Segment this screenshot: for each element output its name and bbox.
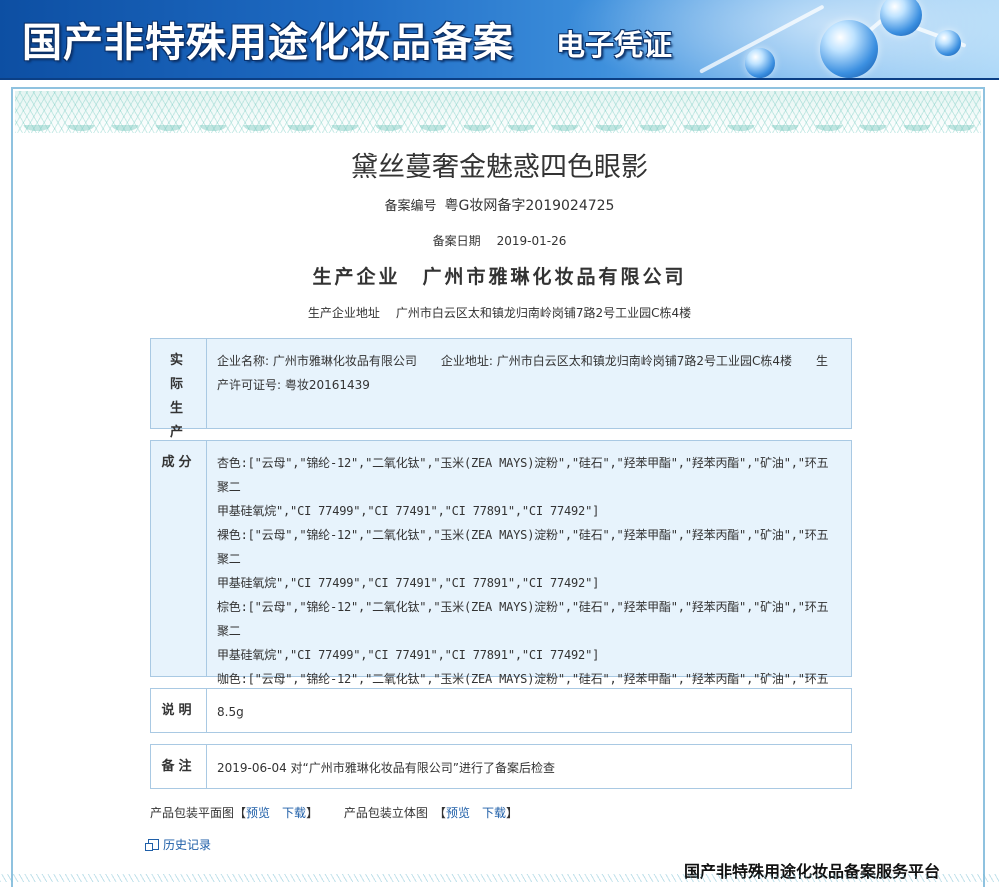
ingredient-line: 杏色:["云母","锦纶-12","二氧化钛","玉米(ZEA MAYS)淀粉"… (217, 456, 829, 494)
banner-title: 国产非特殊用途化妆品备案 (22, 19, 514, 66)
ingredient-line: 甲基硅氧烷","CI 77499","CI 77491","CI 77891",… (217, 576, 600, 590)
description-header: 说明 (151, 689, 207, 732)
filing-date-line: 备案日期 2019-01-26 (0, 232, 999, 249)
packaging-flat-label: 产品包装平面图 (150, 806, 235, 820)
ingredient-line: 甲基硅氧烷","CI 77499","CI 77491","CI 77891",… (217, 648, 600, 662)
manufacturer-line: 生产企业 广州市雅琳化妆品有限公司 (0, 262, 999, 289)
description-value: 8.5g (217, 705, 244, 719)
license-prefix: 生 (816, 354, 829, 368)
flat-preview-link[interactable]: 预览 (246, 806, 270, 820)
remarks-header: 备注 (151, 745, 207, 788)
history-link-label[interactable]: 历史记录 (163, 838, 211, 852)
ingredient-line: 甲基硅氧烷","CI 77499","CI 77491","CI 77891",… (217, 504, 600, 518)
ingredients-header: 成分 (151, 441, 207, 676)
packaging-links: 产品包装平面图【预览 下载】 产品包装立体图 【预览 下载】 (150, 804, 518, 821)
filing-number-line: 备案编号 粤G妆网备字2019024725 (0, 195, 999, 215)
remarks-value: 2019-06-04 对“广州市雅琳化妆品有限公司”进行了备案后检查 (217, 761, 555, 775)
remarks-box: 备注 2019-06-04 对“广州市雅琳化妆品有限公司”进行了备案后检查 (150, 744, 852, 789)
filing-date-value: 2019-01-26 (496, 234, 567, 248)
actual-company-header: 实际生产企业 (151, 339, 207, 488)
banner-molecule-icon (820, 20, 878, 78)
packaging-flat-group: 产品包装平面图【预览 下载】 (150, 806, 322, 820)
manufacturer-label: 生产企业 (312, 266, 401, 288)
manufacturer-address-label: 生产企业地址 (307, 306, 380, 320)
packaging-solid-label: 产品包装立体图 (343, 806, 428, 820)
solid-download-link[interactable]: 下载 (482, 806, 506, 820)
bracket-close: 】 (306, 806, 319, 820)
license-number: 产许可证号: 粤妆20161439 (217, 378, 370, 392)
banner-subtitle: 电子凭证 (556, 28, 673, 62)
banner-molecule-icon (745, 48, 775, 78)
ingredient-line: 棕色:["云母","锦纶-12","二氧化钛","玉米(ZEA MAYS)淀粉"… (217, 600, 829, 638)
actual-company-address: 企业地址: 广州市白云区太和镇龙归南岭岗铺7路2号工业园C栋4楼 (440, 354, 793, 368)
solid-preview-link[interactable]: 预览 (446, 806, 470, 820)
actual-company-box: 实际生产企业 企业名称: 广州市雅琳化妆品有限公司 企业地址: 广州市白云区太和镇… (150, 338, 852, 488)
packaging-solid-group: 产品包装立体图 【预览 下载】 (344, 806, 518, 820)
manufacturer-address-line: 生产企业地址 广州市白云区太和镇龙归南岭岗铺7路2号工业园C栋4楼 (0, 304, 999, 321)
filing-number-value: 粤G妆网备字2019024725 (444, 198, 615, 214)
banner-molecule-icon (935, 30, 961, 56)
filing-number-label: 备案编号 (384, 199, 437, 214)
bracket-close: 】 (505, 806, 518, 820)
bracket-open: 【 (433, 806, 446, 820)
actual-company-name: 企业名称: 广州市雅琳化妆品有限公司 (217, 354, 417, 368)
actual-company-body: 企业名称: 广州市雅琳化妆品有限公司 企业地址: 广州市白云区太和镇龙归南岭岗铺7… (217, 349, 839, 397)
ingredients-box: 成分 杏色:["云母","锦纶-12","二氧化钛","玉米(ZEA MAYS)… (150, 440, 852, 734)
flat-download-link[interactable]: 下载 (282, 806, 306, 820)
filing-date-label: 备案日期 (432, 234, 481, 248)
history-link[interactable]: 历史记录 (145, 836, 211, 853)
bottom-guilloche-strip (0, 874, 999, 882)
header-banner: 国产非特殊用途化妆品备案 电子凭证 (0, 0, 999, 80)
manufacturer-value: 广州市雅琳化妆品有限公司 (422, 266, 687, 288)
manufacturer-address-value: 广州市白云区太和镇龙归南岭岗铺7路2号工业园C栋4楼 (395, 306, 692, 320)
guilloche-pattern (15, 91, 981, 141)
bracket-open: 【 (234, 806, 247, 820)
ingredient-line: 裸色:["云母","锦纶-12","二氧化钛","玉米(ZEA MAYS)淀粉"… (217, 528, 829, 566)
external-window-icon (145, 839, 159, 851)
description-box: 说明 8.5g (150, 688, 852, 733)
product-name: 黛丝蔓奢金魅惑四色眼影 (351, 152, 648, 183)
